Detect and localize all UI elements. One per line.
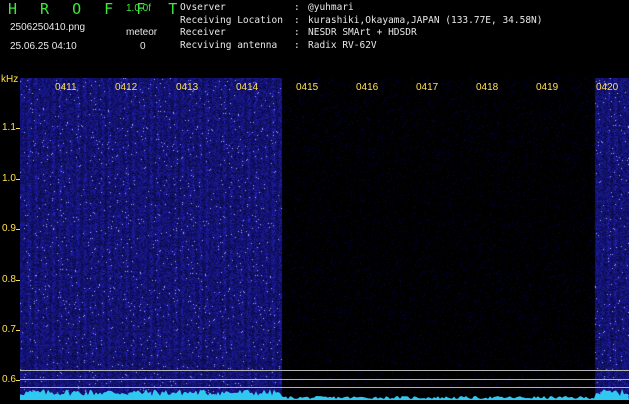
station-value: NESDR SMArt + HDSDR bbox=[308, 27, 417, 38]
time-tick-label: 0416 bbox=[356, 82, 379, 93]
time-tick-label: 0420 bbox=[596, 82, 619, 93]
station-separator: : bbox=[294, 14, 300, 26]
meteor-count: 0 bbox=[140, 41, 146, 52]
detection-mode: meteor bbox=[126, 27, 158, 38]
station-separator: : bbox=[294, 2, 300, 13]
frequency-tick-label: 0.8 bbox=[2, 274, 16, 285]
station-value: @yuhmari bbox=[308, 2, 354, 13]
frequency-tick-mark bbox=[16, 229, 20, 230]
frequency-marker-line bbox=[20, 379, 629, 380]
frequency-marker-line bbox=[20, 370, 629, 371]
frequency-tick-mark bbox=[16, 179, 20, 180]
timestamp: 25.06.25 04:10 bbox=[10, 41, 77, 52]
station-separator: : bbox=[294, 39, 300, 51]
station-row-location: Receiving Location: kurashiki,Okayama,JAP… bbox=[180, 15, 543, 28]
station-row-observer: Ovserver: @yuhmari bbox=[180, 2, 543, 15]
station-label: Receiving Location bbox=[180, 14, 283, 26]
time-tick-label: 0412 bbox=[115, 82, 138, 93]
station-label: Recviving antenna bbox=[180, 39, 278, 51]
time-tick-label: 0419 bbox=[536, 82, 559, 93]
station-value: kurashiki,Okayama,JAPAN (133.77E, 34.58N… bbox=[308, 14, 543, 26]
station-separator: : bbox=[294, 27, 300, 38]
time-tick-label: 0415 bbox=[296, 82, 319, 93]
header-panel: H R O F F T 1.0.0f 2506250410.png meteor… bbox=[0, 0, 629, 78]
frequency-tick-label: 0.6 bbox=[2, 374, 16, 385]
time-tick-label: 0417 bbox=[416, 82, 439, 93]
station-value: Radix RV-62V bbox=[308, 39, 377, 51]
frequency-tick-label: 1.0 bbox=[2, 173, 16, 184]
station-label: Receiver bbox=[180, 27, 226, 38]
file-name: 2506250410.png bbox=[10, 22, 86, 33]
station-row-receiver: Receiver: NESDR SMArt + HDSDR bbox=[180, 27, 543, 40]
station-info: Ovserver: @yuhmari Receiving Location: kur… bbox=[180, 2, 543, 52]
frequency-tick-label: 0.7 bbox=[2, 324, 16, 335]
time-tick-label: 0411 bbox=[55, 82, 77, 93]
spectrogram-noise bbox=[20, 78, 629, 400]
signal-level-waveform bbox=[20, 389, 629, 400]
frequency-tick-mark bbox=[16, 380, 20, 381]
time-tick-label: 0414 bbox=[236, 82, 259, 93]
station-row-antenna: Recviving antenna: Radix RV-62V bbox=[180, 40, 543, 53]
frequency-unit-label: kHz bbox=[1, 74, 19, 85]
frequency-tick-label: 1.1 bbox=[2, 122, 16, 133]
frequency-tick-label: 0.9 bbox=[2, 223, 16, 234]
app-version: 1.0.0f bbox=[126, 3, 152, 14]
frequency-tick-mark bbox=[16, 128, 20, 129]
frequency-tick-mark bbox=[16, 280, 20, 281]
spectrogram bbox=[20, 78, 629, 400]
time-tick-label: 0418 bbox=[476, 82, 499, 93]
waveform-path bbox=[20, 389, 629, 400]
station-label: Ovserver bbox=[180, 2, 226, 13]
frequency-tick-mark bbox=[16, 330, 20, 331]
time-tick-label: 0413 bbox=[176, 82, 199, 93]
app-title: H R O F F T bbox=[8, 0, 185, 18]
